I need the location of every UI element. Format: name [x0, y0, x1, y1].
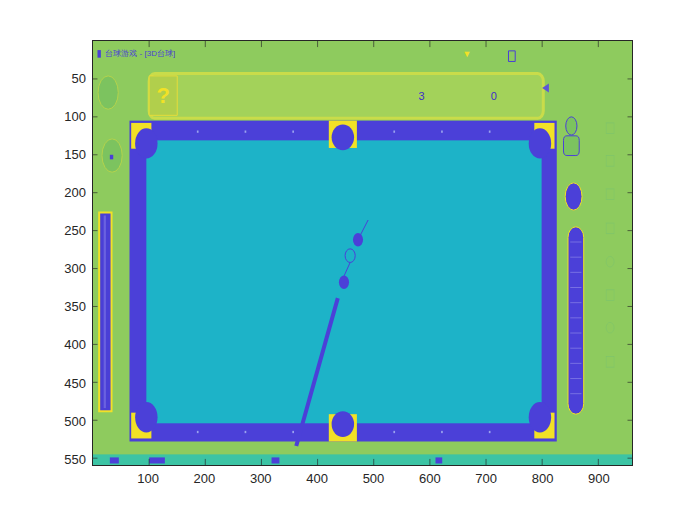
x-tick-label: 100 — [137, 472, 159, 485]
window-title: 台球游戏 - [3D台球] — [105, 50, 175, 58]
game-image — [93, 41, 632, 465]
y-tick-label: 50 — [72, 71, 86, 84]
y-tick-label: 450 — [64, 376, 86, 389]
x-tick-label: 800 — [532, 472, 554, 485]
x-tick-label: 700 — [475, 472, 497, 485]
y-tick-label: 350 — [64, 300, 86, 313]
figure-window: 台球游戏 - [3D台球] ▼ ? 3 0 100200300400500600… — [0, 0, 700, 525]
x-tick-label: 500 — [363, 472, 385, 485]
image-axes: 台球游戏 - [3D台球] ▼ ? 3 0 — [92, 40, 633, 466]
y-tick-label: 300 — [64, 262, 86, 275]
y-tick-label: 500 — [64, 414, 86, 427]
x-tick-label: 900 — [588, 472, 610, 485]
y-tick-label: 250 — [64, 224, 86, 237]
help-button[interactable]: ? — [156, 85, 169, 107]
trophy-icon: ▼ — [462, 49, 471, 58]
x-tick-label: 200 — [194, 472, 216, 485]
score: 3 — [418, 90, 424, 101]
x-tick-label: 300 — [250, 472, 272, 485]
y-tick-label: 200 — [64, 186, 86, 199]
y-tick-label: 550 — [64, 452, 86, 465]
x-tick-label: 600 — [419, 472, 441, 485]
y-tick-label: 400 — [64, 338, 86, 351]
x-tick-label: 400 — [306, 472, 328, 485]
score: 0 — [491, 90, 497, 101]
y-tick-label: 100 — [64, 109, 86, 122]
y-tick-label: 150 — [64, 147, 86, 160]
